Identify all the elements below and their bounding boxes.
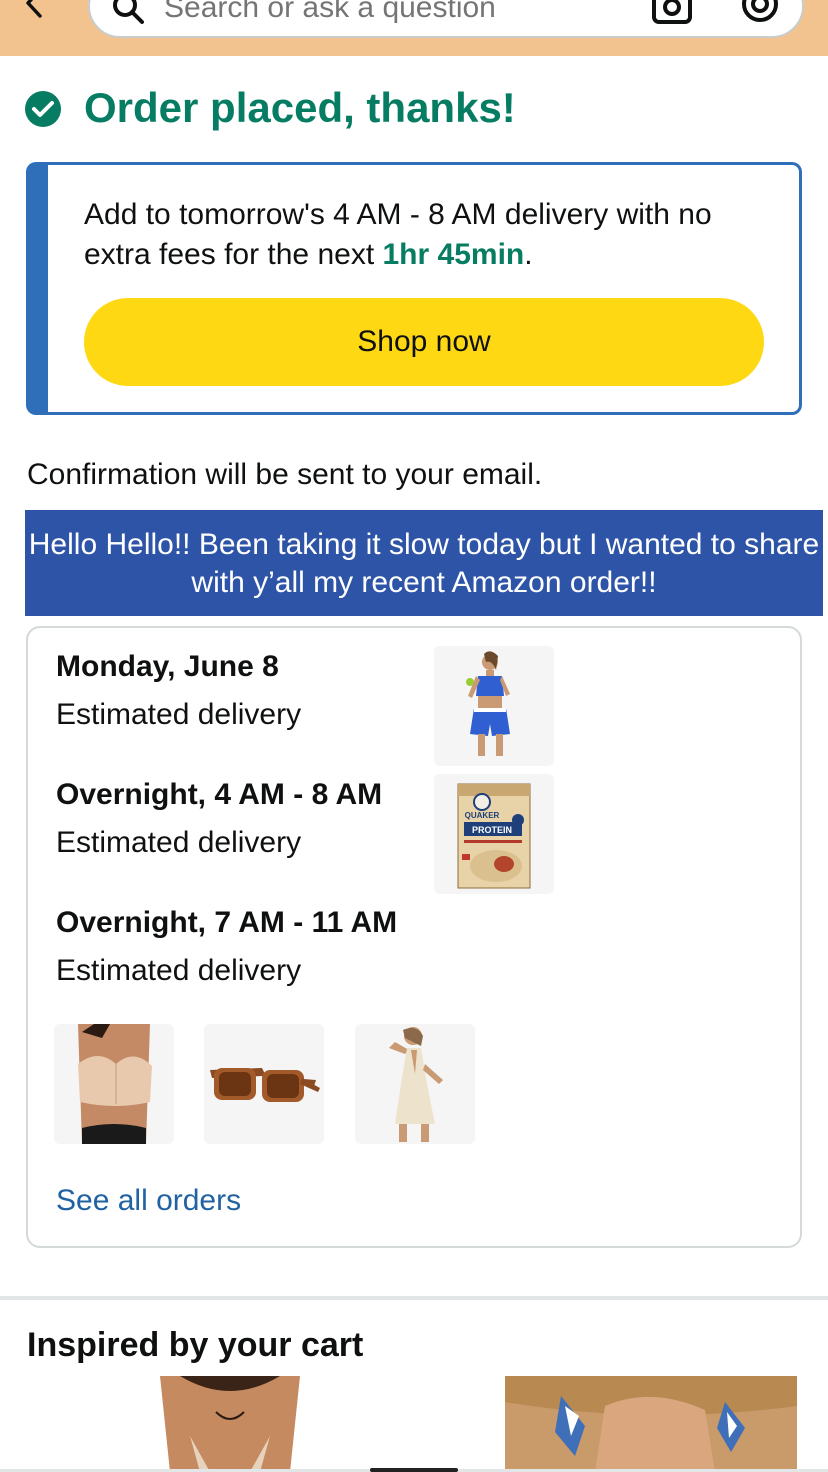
delivery-date: Monday, June 8 (56, 650, 279, 683)
workout-set-thumbnail[interactable] (434, 646, 554, 766)
see-all-orders-link[interactable]: See all orders (56, 1184, 241, 1218)
workout-set-image (466, 651, 510, 756)
recommendation-image (160, 1376, 300, 1472)
strapless-bra-thumbnail[interactable] (54, 1024, 174, 1144)
delivery-status: Estimated delivery (56, 954, 302, 987)
sunglasses-thumbnail[interactable] (204, 1024, 324, 1144)
search-icon (113, 0, 144, 24)
lens-icon[interactable] (740, 0, 780, 24)
header-bar (0, 0, 828, 56)
recommendation-card[interactable] (120, 1376, 340, 1472)
recommendation-card[interactable] (505, 1376, 797, 1472)
promo-message: Add to tomorrow's 4 AM - 8 AM delivery w… (84, 195, 784, 275)
oatmeal-thumbnail[interactable]: QUAKER PROTEIN (434, 774, 554, 894)
white-romper-image (389, 1027, 443, 1142)
oatmeal-box-image: QUAKER PROTEIN (457, 783, 531, 889)
camera-icon[interactable] (650, 0, 694, 28)
search-bar[interactable] (88, 0, 804, 40)
promo-timer: 1hr 45min (382, 238, 525, 271)
recommendation-image (505, 1376, 797, 1472)
shop-now-button[interactable]: Shop now (84, 298, 764, 386)
section-divider (0, 1296, 828, 1300)
oatmeal-brand: QUAKER (465, 811, 500, 820)
page-title: Order placed, thanks! (84, 84, 516, 131)
oatmeal-product: PROTEIN (472, 825, 512, 835)
inspired-title: Inspired by your cart (27, 1326, 364, 1364)
checkmark-icon (25, 91, 61, 127)
delivery-status: Estimated delivery (56, 826, 302, 859)
strapless-bra-image (78, 1024, 152, 1144)
sunglasses-image (210, 1068, 320, 1102)
delivery-promo-card: Add to tomorrow's 4 AM - 8 AM delivery w… (26, 162, 802, 415)
confirmation-text: Confirmation will be sent to your email. (27, 458, 543, 491)
overlay-caption: Hello Hello!! Been taking it slow today … (25, 510, 823, 616)
back-arrow-icon[interactable] (18, 0, 52, 20)
home-indicator (370, 1468, 458, 1472)
delivery-date: Overnight, 7 AM - 11 AM (56, 906, 398, 939)
search-input[interactable] (164, 0, 644, 40)
delivery-status: Estimated delivery (56, 698, 302, 731)
delivery-date: Overnight, 4 AM - 8 AM (56, 778, 383, 811)
orders-card: Monday, June 8 Estimated delivery Overni… (26, 626, 802, 1248)
promo-text-end: . (524, 238, 533, 271)
romper-thumbnail[interactable] (355, 1024, 475, 1144)
